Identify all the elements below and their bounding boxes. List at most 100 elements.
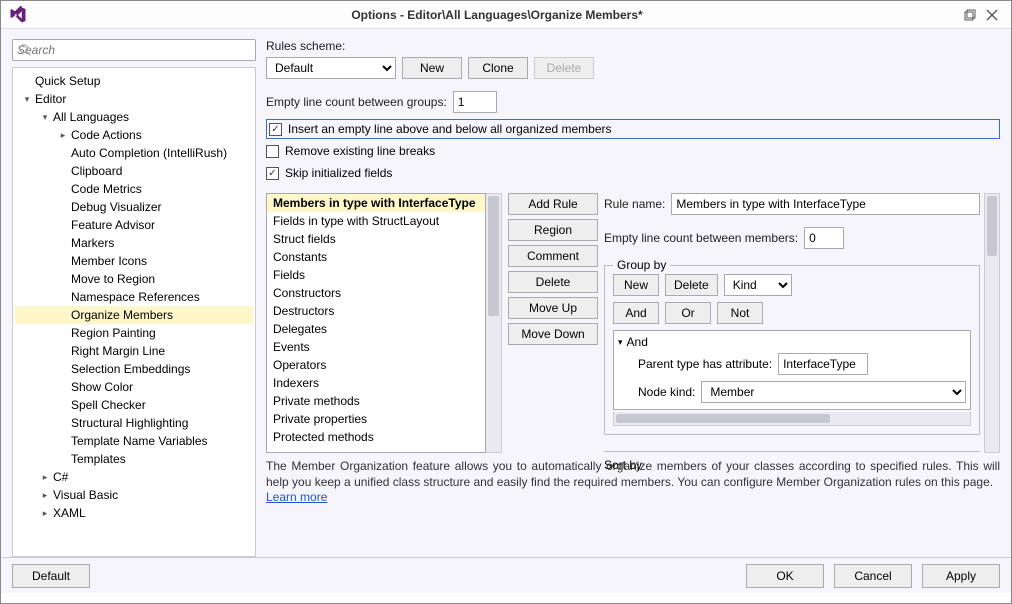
- rule-list-item[interactable]: Events: [267, 338, 485, 356]
- scrollbar-vertical[interactable]: [984, 193, 1000, 453]
- scheme-new-button[interactable]: New: [402, 57, 462, 79]
- tree-item[interactable]: ▸Code Actions: [15, 126, 253, 144]
- groupby-delete-button[interactable]: Delete: [665, 274, 718, 296]
- tree-item[interactable]: ▾All Languages: [15, 108, 253, 126]
- movedown-button[interactable]: Move Down: [508, 323, 598, 345]
- tree-item[interactable]: ▸Selection Embeddings: [15, 360, 253, 378]
- tree-item[interactable]: ▸XAML: [15, 504, 253, 522]
- tree-item[interactable]: ▸Member Icons: [15, 252, 253, 270]
- tree-item[interactable]: ▸Template Name Variables: [15, 432, 253, 450]
- window-close-icon[interactable]: [981, 4, 1003, 26]
- tree-item[interactable]: ▸Markers: [15, 234, 253, 252]
- tree-item[interactable]: ▸Code Metrics: [15, 180, 253, 198]
- scheme-clone-button[interactable]: Clone: [468, 57, 528, 79]
- node-kind-select[interactable]: Member: [701, 381, 966, 403]
- tree-item[interactable]: ▸C#: [15, 468, 253, 486]
- empty-line-groups-input[interactable]: [453, 91, 497, 113]
- tree-item-label: Clipboard: [69, 164, 122, 178]
- tree-item[interactable]: ▸Structural Highlighting: [15, 414, 253, 432]
- insert-empty-line-checkbox-row[interactable]: ✓ Insert an empty line above and below a…: [266, 119, 1000, 139]
- tree-item[interactable]: ▾Editor: [15, 90, 253, 108]
- groupby-or-button[interactable]: Or: [665, 302, 711, 324]
- region-button[interactable]: Region: [508, 219, 598, 241]
- tree-item[interactable]: ▸Auto Completion (IntelliRush): [15, 144, 253, 162]
- tree-item[interactable]: ▸Templates: [15, 450, 253, 468]
- cancel-button[interactable]: Cancel: [834, 564, 912, 588]
- tree-item[interactable]: ▸Quick Setup: [15, 72, 253, 90]
- vs-logo-icon: [9, 6, 27, 24]
- rule-list-item[interactable]: Operators: [267, 356, 485, 374]
- tree-item[interactable]: ▸Show Color: [15, 378, 253, 396]
- learn-more-link[interactable]: Learn more: [266, 490, 327, 504]
- delete-rule-button[interactable]: Delete: [508, 271, 598, 293]
- rule-list-item[interactable]: Protected methods: [267, 428, 485, 446]
- tree-item[interactable]: ▸Clipboard: [15, 162, 253, 180]
- rule-list-item[interactable]: Members in type with InterfaceType: [267, 194, 485, 212]
- groupby-and-button[interactable]: And: [613, 302, 659, 324]
- chevron-down-icon[interactable]: ▾: [39, 112, 51, 123]
- tree-item-label: Namespace References: [69, 290, 200, 304]
- tree-item[interactable]: ▸Region Painting: [15, 324, 253, 342]
- rule-list-item[interactable]: Indexers: [267, 374, 485, 392]
- comment-button[interactable]: Comment: [508, 245, 598, 267]
- tree-item[interactable]: ▸Feature Advisor: [15, 216, 253, 234]
- tree-item-label: Quick Setup: [33, 74, 100, 88]
- rules-scheme-select[interactable]: Default: [266, 57, 396, 79]
- rules-area: Members in type with InterfaceTypeFields…: [266, 193, 1000, 453]
- skip-initialized-label: Skip initialized fields: [285, 166, 392, 180]
- tree-item[interactable]: ▸Debug Visualizer: [15, 198, 253, 216]
- groupby-new-button[interactable]: New: [613, 274, 659, 296]
- rule-list-item[interactable]: Fields: [267, 266, 485, 284]
- moveup-button[interactable]: Move Up: [508, 297, 598, 319]
- groupby-condition-tree[interactable]: ▾ And Parent type has attribute: Node ki…: [613, 330, 971, 410]
- tree-item-label: Editor: [33, 92, 66, 106]
- tree-item[interactable]: ▸Move to Region: [15, 270, 253, 288]
- ok-button[interactable]: OK: [746, 564, 824, 588]
- rules-list[interactable]: Members in type with InterfaceTypeFields…: [266, 193, 486, 453]
- rule-name-input[interactable]: [671, 193, 980, 215]
- apply-button[interactable]: Apply: [922, 564, 1000, 588]
- rule-list-item[interactable]: Constants: [267, 248, 485, 266]
- rule-list-item[interactable]: Struct fields: [267, 230, 485, 248]
- chevron-right-icon[interactable]: ▸: [39, 490, 51, 501]
- search-input[interactable]: [12, 39, 256, 61]
- add-rule-button[interactable]: Add Rule: [508, 193, 598, 215]
- search-icon: [18, 43, 32, 60]
- window-restore-icon[interactable]: [959, 4, 981, 26]
- groupby-not-button[interactable]: Not: [717, 302, 763, 324]
- chevron-right-icon[interactable]: ▸: [57, 130, 69, 141]
- checkbox-unchecked-icon: [266, 145, 279, 158]
- chevron-right-icon[interactable]: ▸: [39, 472, 51, 483]
- rule-list-item[interactable]: Constructors: [267, 284, 485, 302]
- tree-item[interactable]: ▸Organize Members: [15, 306, 253, 324]
- groupby-box: Group by New Delete Kind And Or Not: [604, 265, 980, 435]
- default-button[interactable]: Default: [12, 564, 90, 588]
- chevron-right-icon[interactable]: ▸: [39, 508, 51, 519]
- rules-scheme-row: Default New Clone Delete: [266, 57, 1000, 79]
- nav-tree[interactable]: ▸Quick Setup▾Editor▾All Languages▸Code A…: [12, 67, 256, 557]
- scrollbar-horizontal[interactable]: [613, 412, 971, 426]
- rule-list-item[interactable]: Fields in type with StructLayout: [267, 212, 485, 230]
- groupby-kind-select[interactable]: Kind: [724, 274, 792, 296]
- empty-line-members-input[interactable]: [804, 227, 844, 249]
- rule-list-item[interactable]: Private methods: [267, 392, 485, 410]
- scheme-delete-button: Delete: [534, 57, 594, 79]
- skip-initialized-checkbox-row[interactable]: ✓ Skip initialized fields: [266, 163, 1000, 183]
- remove-breaks-checkbox-row[interactable]: Remove existing line breaks: [266, 141, 1000, 161]
- rule-list-item[interactable]: Delegates: [267, 320, 485, 338]
- scrollbar-vertical[interactable]: [486, 193, 502, 453]
- remove-breaks-label: Remove existing line breaks: [285, 144, 435, 158]
- groupby-title: Group by: [613, 258, 670, 272]
- and-node-label: And: [627, 335, 648, 349]
- tree-item[interactable]: ▸Namespace References: [15, 288, 253, 306]
- tree-item-label: Selection Embeddings: [69, 362, 190, 376]
- chevron-down-icon[interactable]: ▾: [21, 94, 33, 105]
- tree-item-label: Auto Completion (IntelliRush): [69, 146, 227, 160]
- tree-item[interactable]: ▸Visual Basic: [15, 486, 253, 504]
- chevron-down-icon[interactable]: ▾: [618, 337, 623, 348]
- tree-item[interactable]: ▸Right Margin Line: [15, 342, 253, 360]
- rule-list-item[interactable]: Private properties: [267, 410, 485, 428]
- tree-item[interactable]: ▸Spell Checker: [15, 396, 253, 414]
- parent-attr-input[interactable]: [778, 353, 868, 375]
- rule-list-item[interactable]: Destructors: [267, 302, 485, 320]
